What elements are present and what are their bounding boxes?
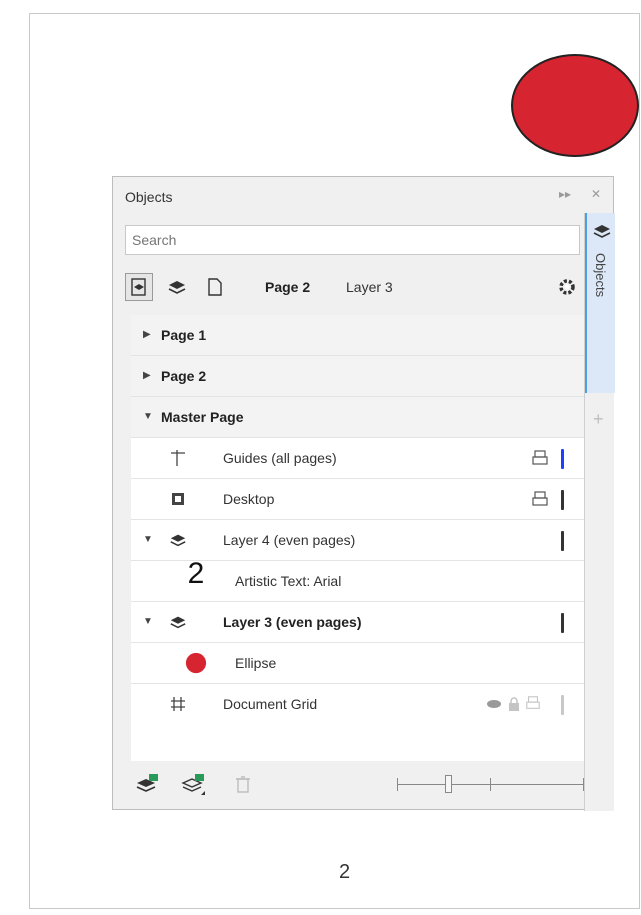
- collapse-icon[interactable]: ▸▸: [559, 187, 571, 201]
- page-number: 2: [339, 861, 351, 883]
- tree-row-layer[interactable]: Document Grid: [131, 684, 584, 725]
- slider-mid-tick: [490, 778, 491, 791]
- tree-row-label: Page 1: [161, 327, 207, 343]
- printer-icon[interactable]: [531, 449, 549, 467]
- thumbnail-size-slider-thumb[interactable]: [445, 775, 452, 793]
- layer-manager-button[interactable]: [163, 273, 191, 301]
- text-object-thumbnail: 2: [187, 557, 205, 590]
- object-tree: ▶ Page 1 ▶ Page 2 ▼ Master Page Guides (…: [131, 315, 584, 761]
- tree-row-label: Page 2: [161, 368, 207, 384]
- docker-tab-strip: Objects +: [584, 213, 615, 811]
- tree-row-label: Artistic Text: Arial: [235, 573, 342, 589]
- red-ellipse-shape[interactable]: [511, 54, 639, 157]
- close-icon[interactable]: ✕: [591, 187, 601, 201]
- new-layer-button[interactable]: [135, 773, 159, 800]
- current-page-label: Page 2: [265, 279, 311, 295]
- guides-icon: [167, 447, 189, 469]
- printer-icon[interactable]: [531, 490, 549, 508]
- new-master-layer-icon: [181, 774, 205, 795]
- layer-icon: [167, 529, 189, 551]
- tree-row-page[interactable]: ▼ Master Page: [131, 397, 584, 438]
- layers-icon: [168, 281, 186, 294]
- tree-row-layer-active[interactable]: ▼ Layer 3 (even pages): [131, 602, 584, 643]
- slider-min-tick: [397, 778, 398, 791]
- tree-row-layer[interactable]: Desktop: [131, 479, 584, 520]
- tree-row-label: Desktop: [223, 491, 275, 507]
- objects-docker-tab[interactable]: Objects: [585, 213, 615, 393]
- printer-icon[interactable]: [525, 695, 543, 713]
- side-tab-label: Objects: [593, 253, 608, 298]
- tree-row-label: Master Page: [161, 409, 244, 425]
- tree-row-object[interactable]: Ellipse: [131, 643, 584, 684]
- tree-row-label: Document Grid: [223, 696, 318, 712]
- desktop-icon: [167, 488, 189, 510]
- new-master-layer-button[interactable]: [181, 773, 207, 802]
- options-button[interactable]: [553, 273, 581, 301]
- new-layer-icon: [136, 774, 158, 792]
- trash-icon: [236, 776, 250, 793]
- add-docker-icon[interactable]: +: [593, 409, 604, 430]
- tree-row-label: Ellipse: [235, 655, 277, 671]
- toolbar: Page 2 Layer 3: [125, 273, 580, 303]
- layers-icon: [593, 225, 611, 238]
- tree-row-label: Layer 3 (even pages): [223, 614, 362, 630]
- tree-row-layer[interactable]: Guides (all pages): [131, 438, 584, 479]
- expand-arrow-icon[interactable]: ▶: [143, 370, 151, 381]
- tree-row-page[interactable]: ▶ Page 2: [131, 356, 584, 397]
- layer-color-swatch[interactable]: [561, 449, 564, 469]
- show-object-properties-button[interactable]: [125, 273, 153, 301]
- panel-title: Objects: [125, 189, 173, 205]
- visibility-icon[interactable]: [483, 693, 505, 715]
- layer-color-swatch[interactable]: [561, 613, 564, 633]
- delete-button[interactable]: [235, 775, 251, 798]
- objects-docker: Objects ▸▸ ✕ Page 2 Layer 3: [112, 176, 615, 811]
- current-layer-label: Layer 3: [346, 279, 393, 295]
- grid-icon: [167, 693, 189, 715]
- page-icon: [208, 278, 222, 296]
- search-input[interactable]: [125, 225, 580, 255]
- collapse-arrow-icon[interactable]: ▼: [143, 534, 153, 545]
- layer-color-swatch[interactable]: [561, 490, 564, 510]
- collapse-arrow-icon[interactable]: ▼: [143, 616, 153, 627]
- lock-icon[interactable]: [503, 693, 525, 715]
- layer-color-swatch[interactable]: [561, 695, 564, 715]
- tree-row-label: Layer 4 (even pages): [223, 532, 356, 548]
- current-page-button[interactable]: [201, 273, 229, 301]
- gear-icon: [559, 279, 575, 295]
- tree-row-layer[interactable]: ▼ Layer 4 (even pages): [131, 520, 584, 561]
- expand-arrow-icon[interactable]: ▶: [143, 329, 151, 340]
- ellipse-icon: [185, 652, 207, 674]
- tree-row-page[interactable]: ▶ Page 1: [131, 315, 584, 356]
- page-layers-icon: [131, 278, 146, 296]
- tree-row-label: Guides (all pages): [223, 450, 337, 466]
- tree-row-object[interactable]: 2 Artistic Text: Arial: [131, 557, 584, 602]
- layer-icon: [167, 611, 189, 633]
- panel-bottom-toolbar: [125, 767, 585, 803]
- layer-color-swatch[interactable]: [561, 531, 564, 551]
- collapse-arrow-icon[interactable]: ▼: [143, 411, 153, 422]
